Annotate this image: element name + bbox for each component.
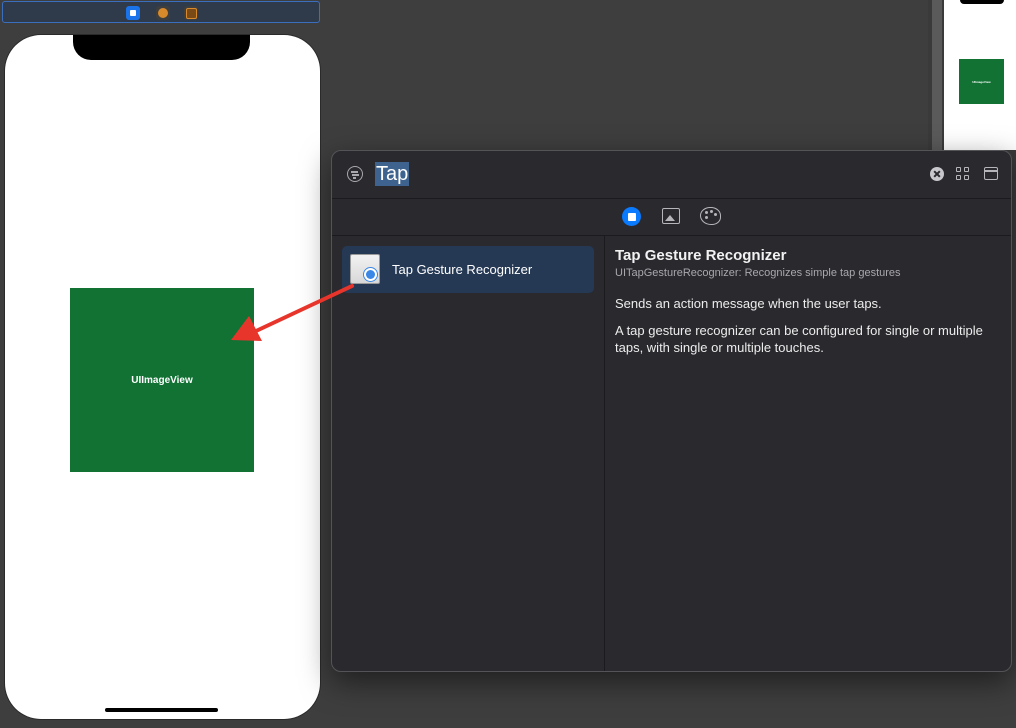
phone-notch [73,35,250,60]
image-view-label: UIImageView [131,374,193,386]
list-item-label: Tap Gesture Recognizer [392,262,533,277]
detail-description: A tap gesture recognizer can be configur… [615,323,983,355]
library-search-input[interactable]: Tap [375,162,410,186]
media-tab-icon[interactable] [662,208,680,224]
first-responder-icon[interactable] [156,6,170,20]
view-controller-icon[interactable] [126,6,140,20]
detail-title: Tap Gesture Recognizer [615,247,787,264]
grid-view-icon[interactable] [956,167,970,181]
preview-image-view[interactable]: UIImageView [959,59,1004,104]
library-list: Tap Gesture Recognizer [332,236,605,671]
filter-icon[interactable] [347,166,363,182]
iphone-canvas[interactable]: UIImageView [5,35,320,719]
views-tab-icon[interactable] [622,207,641,226]
detail-subtitle: UITapGestureRecognizer: Recognizes simpl… [615,267,901,279]
colors-tab-icon[interactable] [700,207,721,225]
exit-icon[interactable] [184,6,198,20]
preview-image-view-label: UIImageView [972,79,991,84]
home-indicator [105,708,218,712]
detail-summary: Sends an action message when the user ta… [615,296,882,311]
library-header: Tap [332,151,1011,199]
image-view[interactable]: UIImageView [70,288,254,472]
clear-search-icon[interactable] [930,167,944,181]
preview-notch [960,0,1004,4]
list-item-tap-gesture-recognizer[interactable]: Tap Gesture Recognizer [342,246,594,293]
library-tabs [332,199,1011,236]
scene-dock [2,1,320,23]
preview-divider [932,0,942,150]
object-library-popover: Tap Tap Gesture Recognizer Tap Gesture R… [331,150,1012,672]
tap-gesture-icon [350,254,380,284]
detach-window-icon[interactable] [984,167,998,180]
